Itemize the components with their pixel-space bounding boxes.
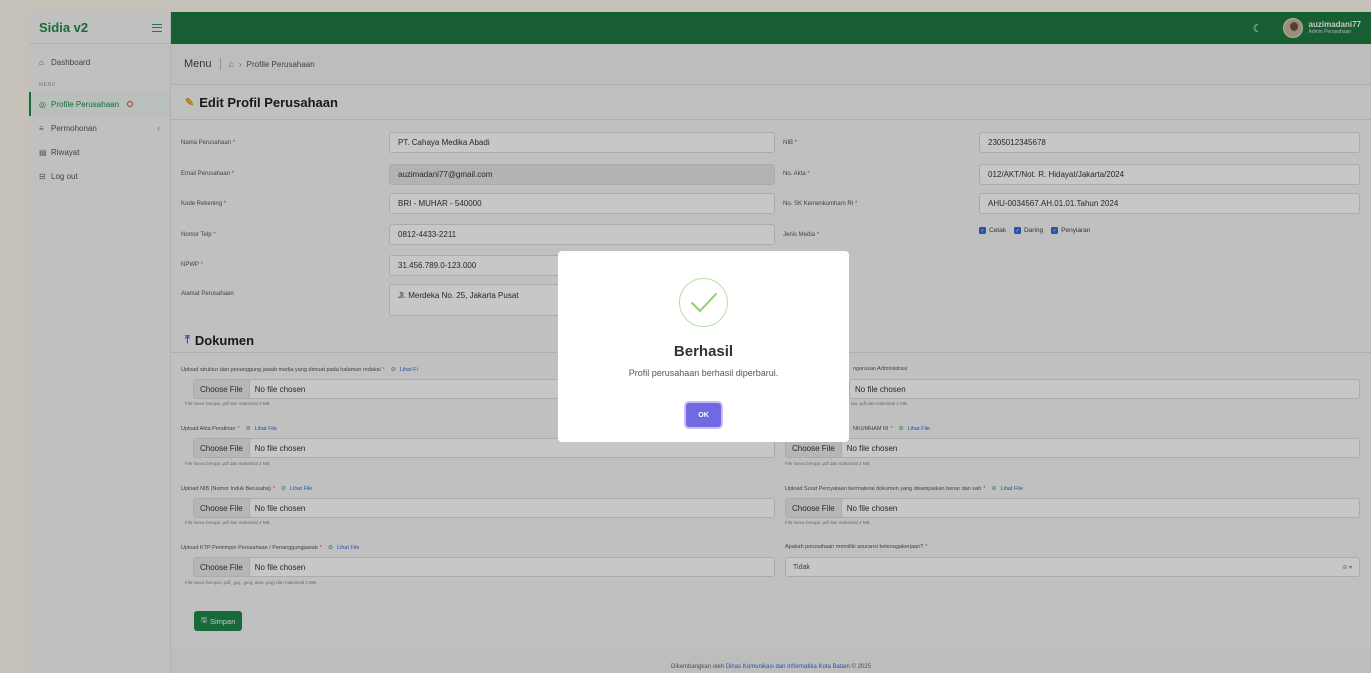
modal-title: Berhasil (673, 343, 734, 360)
modal-message: Profil perusahaan berhasil diperbarui. (628, 368, 779, 378)
success-modal: Berhasil Profil perusahaan berhasil dipe… (558, 251, 849, 442)
success-check-icon (679, 278, 728, 327)
ok-button[interactable]: OK (686, 403, 721, 427)
